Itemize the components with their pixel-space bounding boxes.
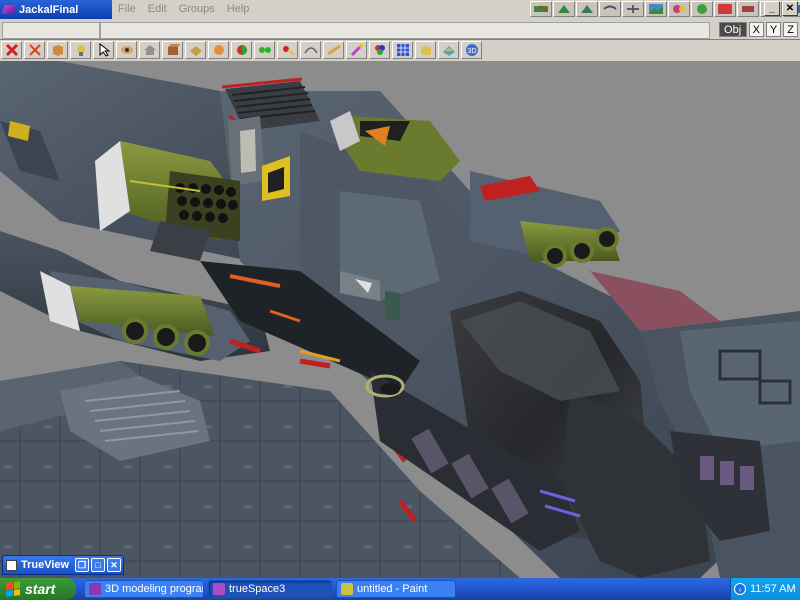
menu-bar: File Edit Groups Help [118,3,249,15]
taskbar-item-label: 3D modeling program... [105,583,203,595]
landscape-icon[interactable] [645,1,667,17]
library-icons: ? [530,1,800,17]
bird-icon[interactable] [599,1,621,17]
scene-icon[interactable] [438,41,459,59]
delete-icon[interactable] [1,41,22,59]
light-icon[interactable] [70,41,91,59]
taskbar-item-paint[interactable]: untitled - Paint [336,580,456,598]
brush-icon[interactable] [737,1,759,17]
paint-icon[interactable] [231,41,252,59]
grid-icon[interactable] [392,41,413,59]
taskbar: start 3D modeling program... trueSpace3 … [0,578,800,600]
trueview-panel[interactable]: TrueView ❐ □ ✕ [2,555,124,575]
menu-edit[interactable]: Edit [148,3,167,15]
z-axis-button[interactable]: Z [783,22,798,37]
minimize-button[interactable]: _ [764,1,780,16]
puzzle-icon[interactable] [415,41,436,59]
menu-file[interactable]: File [118,3,136,15]
window-title: JackalFinal [19,3,79,16]
tray-expand-icon[interactable]: ‹ [734,583,746,595]
group-icon[interactable] [254,41,275,59]
path-icon[interactable] [323,41,344,59]
flower-icon[interactable] [668,1,690,17]
object-icon[interactable] [162,41,183,59]
cube-icon[interactable] [47,41,68,59]
taskbar-item-browser[interactable]: 3D modeling program... [84,580,204,598]
taskbar-item-truespace[interactable]: trueSpace3 [208,580,332,598]
3d-viewport[interactable] [0,61,800,578]
start-label: start [25,581,56,597]
title-bar: JackalFinal File Edit Groups Help ? _ ✕ [0,0,800,21]
start-button[interactable]: start [0,578,76,600]
3d-icon[interactable]: 3D [461,41,482,59]
trueview-title: TrueView [21,559,70,571]
paint-app-icon [341,583,353,595]
axis-controls: Obj X Y Z [718,22,798,37]
sky-icon[interactable] [714,1,736,17]
trueview-restore-button[interactable]: ❐ [75,558,89,572]
render-object-icon[interactable] [185,41,206,59]
browser-icon [89,583,101,595]
help-message-field [100,22,710,39]
menu-help[interactable]: Help [227,3,250,15]
color-icon[interactable] [369,41,390,59]
x-axis-button[interactable]: X [748,22,764,37]
truespace-logo-icon [1,5,17,14]
erase-icon[interactable] [24,41,45,59]
trueview-icon [6,559,17,571]
tree-icon[interactable] [576,1,598,17]
svg-text:3D: 3D [467,48,476,55]
truespace-icon [213,583,225,595]
pointer-icon[interactable] [93,41,114,59]
status-bar: Obj X Y Z [0,20,800,40]
system-tray: ‹ 11:57 AM [730,578,800,600]
curve-icon[interactable] [300,41,321,59]
eye-icon[interactable] [116,41,137,59]
trueview-maximize-button[interactable]: □ [91,558,105,572]
render-icon[interactable] [530,1,552,17]
window-title-block[interactable]: JackalFinal [0,0,112,19]
menu-groups[interactable]: Groups [179,3,215,15]
obj-axis-button[interactable]: Obj [718,22,747,37]
object-name-field[interactable] [2,22,100,39]
clock[interactable]: 11:57 AM [750,583,796,595]
close-button[interactable]: ✕ [782,1,798,16]
taskbar-item-label: trueSpace3 [229,583,286,595]
spaceship-render [0,61,800,578]
sphere-icon[interactable] [208,41,229,59]
tree-icon[interactable] [553,1,575,17]
pencil-icon[interactable] [346,41,367,59]
y-axis-button[interactable]: Y [765,22,782,37]
taskbar-item-label: untitled - Paint [357,583,428,595]
windows-logo-icon [6,581,20,597]
plane-icon[interactable] [622,1,644,17]
window-controls: _ ✕ [764,1,798,16]
house-icon[interactable] [139,41,160,59]
trueview-close-button[interactable]: ✕ [107,558,121,572]
point-edit-icon[interactable] [277,41,298,59]
rock-icon[interactable] [691,1,713,17]
main-toolbar: 3D [0,40,800,62]
